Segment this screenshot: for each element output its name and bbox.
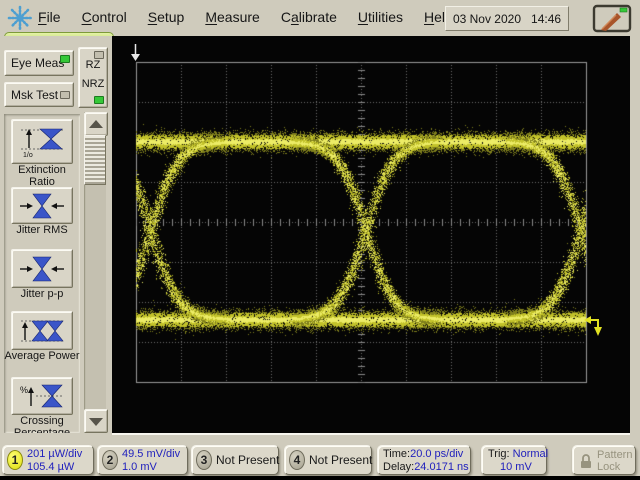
extinction-ratio-icon: 1/o: [18, 126, 66, 158]
menu-items: File Control Setup Measure Calibrate Utilitie…: [36, 8, 455, 26]
time-value: 20.0 ps/div: [410, 448, 463, 460]
svg-text:%: %: [20, 385, 28, 395]
eye-diagram-canvas: [112, 36, 630, 431]
channel-2-button[interactable]: 2 49.5 mV/div 1.0 mV: [97, 445, 188, 475]
rz-led: [94, 51, 104, 59]
menu-file[interactable]: File: [36, 8, 63, 26]
extinction-ratio-label: Extinction Ratio: [4, 164, 80, 188]
nrz-led: [94, 96, 104, 104]
jitter-rms-button[interactable]: [11, 187, 73, 224]
extinction-ratio-button[interactable]: 1/o: [11, 119, 73, 164]
down-arrow-icon: [89, 418, 103, 426]
pattern-lock-button[interactable]: Pattern Lock: [572, 445, 636, 475]
menu-utilities[interactable]: Utilities: [356, 8, 405, 26]
msk-test-button[interactable]: Msk Test: [4, 82, 74, 107]
eye-meas-label: Eye Meas: [11, 56, 64, 70]
bottom-strip: [0, 476, 640, 480]
jitter-pp-icon: [18, 255, 66, 283]
measurement-list: 1/o Extinction Ratio Jitter RMS Ji: [4, 114, 80, 433]
delay-label: Delay:: [383, 461, 414, 473]
jitter-rms-icon: [18, 192, 66, 220]
msk-test-led: [60, 91, 70, 99]
measurement-scrollbar[interactable]: [84, 112, 106, 433]
touchscreen-button[interactable]: [589, 3, 635, 34]
trigger-button[interactable]: Trig: Normal 10 mV: [481, 445, 547, 475]
channel-1-button[interactable]: 1 201 µW/div 105.4 µW: [2, 445, 94, 475]
lock-icon: [579, 453, 593, 469]
pattern-lock-label: Pattern Lock: [597, 449, 635, 473]
rz-option[interactable]: RZ: [79, 59, 107, 71]
channel-3-button[interactable]: 3 Not Present: [191, 445, 279, 475]
up-arrow-icon: [89, 120, 103, 128]
trig-value: Normal: [513, 448, 548, 460]
instrument-screen: File Control Setup Measure Calibrate Utilitie…: [0, 0, 640, 480]
crossing-percentage-label: Crossing Percentage: [4, 415, 80, 433]
stylus-hand-icon: [601, 13, 621, 31]
channel-2-scale: 49.5 mV/div: [122, 448, 180, 461]
channel-2-offset: 1.0 mV: [122, 461, 180, 474]
rz-nrz-toggle[interactable]: RZ NRZ: [78, 47, 108, 108]
menu-setup[interactable]: Setup: [146, 8, 187, 26]
trigger-marker-icon[interactable]: [129, 43, 142, 62]
trig-level: 10 mV: [500, 461, 532, 474]
scrollbar-down-button[interactable]: [84, 409, 108, 433]
menu-control[interactable]: Control: [80, 8, 129, 26]
scope-display: [112, 36, 630, 435]
touchscreen-led: [620, 8, 627, 12]
average-power-icon: [18, 317, 66, 345]
trig-label: Trig:: [488, 448, 510, 460]
menu-bar: File Control Setup Measure Calibrate Utilitie…: [0, 0, 640, 36]
jitter-pp-label: Jitter p-p: [4, 288, 80, 300]
scrollbar-thumb[interactable]: [84, 135, 106, 185]
crossing-percentage-icon: %: [18, 382, 66, 410]
eye-meas-button[interactable]: Eye Meas: [4, 50, 74, 76]
nrz-option[interactable]: NRZ: [79, 78, 107, 90]
channel-level-marker-icon[interactable]: [583, 312, 605, 338]
channel-4-status: Not Present: [309, 454, 372, 467]
time-label: Time:: [383, 448, 410, 460]
channel-3-badge: 3: [196, 450, 212, 470]
agilent-starburst-icon: [7, 5, 33, 31]
channel-2-badge: 2: [102, 450, 118, 470]
date-text: 03 Nov 2020: [453, 12, 521, 26]
average-power-button[interactable]: [11, 311, 73, 350]
menu-measure[interactable]: Measure: [203, 8, 261, 26]
time-text: 14:46: [531, 12, 561, 26]
average-power-label: Average Power: [4, 350, 80, 362]
scrollbar-up-button[interactable]: [84, 112, 108, 136]
jitter-pp-button[interactable]: [11, 249, 73, 288]
left-control-panel: Eye Meas Msk Test RZ NRZ 1/o: [0, 36, 112, 433]
menu-calibrate[interactable]: Calibrate: [279, 8, 339, 26]
channel-4-button[interactable]: 4 Not Present: [284, 445, 372, 475]
channel-1-badge: 1: [7, 450, 23, 470]
channel-4-badge: 4: [289, 450, 305, 470]
datetime-display[interactable]: 03 Nov 2020 14:46: [445, 6, 569, 31]
timebase-button[interactable]: Time:20.0 ps/div Delay:24.0171 ns: [377, 445, 471, 475]
channel-1-scale: 201 µW/div: [27, 448, 82, 461]
eye-meas-led: [60, 55, 70, 63]
svg-text:1/o: 1/o: [23, 152, 33, 158]
channel-3-status: Not Present: [216, 454, 279, 467]
channel-1-offset: 105.4 µW: [27, 461, 82, 474]
msk-test-label: Msk Test: [11, 88, 58, 102]
delay-value: 24.0171 ns: [414, 461, 468, 473]
jitter-rms-label: Jitter RMS: [4, 224, 80, 236]
crossing-percentage-button[interactable]: %: [11, 377, 73, 415]
